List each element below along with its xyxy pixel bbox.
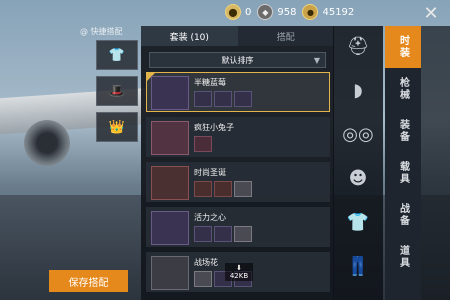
- outfit-thumbnail: [151, 256, 189, 290]
- part-icon: [194, 226, 212, 242]
- quick-outfit-label: @ 快捷搭配: [80, 27, 123, 36]
- download-badge[interactable]: ⬇ 42KB: [225, 263, 253, 281]
- list-item[interactable]: 战场花 ⬇ 42KB: [146, 252, 330, 292]
- hat-preview-icon[interactable]: ⛑: [343, 34, 373, 58]
- outfit-name: 疯狂小兔子: [194, 123, 234, 132]
- outfit-list: 半糖蓝莓 疯狂小兔子 时尚圣诞 活力之心 战场花 ⬇ 42KB: [146, 72, 330, 297]
- part-icon: [214, 181, 232, 197]
- outfit-name: 半糖蓝莓: [194, 78, 226, 87]
- equipped-preview-column: ⛑ ◗ ◎◎ ☻ 👕 👖: [333, 26, 383, 300]
- coin-currency: ● 45192: [302, 4, 354, 20]
- top-preview-icon[interactable]: 👕: [343, 210, 373, 234]
- outfit-thumbnail: [151, 166, 189, 200]
- outfit-parts: [194, 136, 212, 152]
- close-icon[interactable]: ✕: [412, 0, 450, 26]
- gold-coin-icon: ●: [302, 4, 319, 20]
- outfit-name: 战场花: [194, 258, 218, 267]
- download-size: 42KB: [229, 272, 249, 280]
- chevron-down-icon: ▼: [313, 55, 320, 65]
- glasses-preview-icon[interactable]: ◎◎: [342, 122, 373, 146]
- list-item[interactable]: 疯狂小兔子: [146, 117, 330, 157]
- uc-amount: 958: [277, 6, 297, 18]
- list-item[interactable]: 时尚圣诞: [146, 162, 330, 202]
- sort-dropdown[interactable]: 默认排序 ▼: [149, 52, 326, 68]
- download-icon: ⬇: [236, 264, 242, 272]
- part-icon: [234, 181, 252, 197]
- bp-currency: ⬤ 0: [225, 4, 251, 20]
- currency-bar: ⬤ 0 ◆ 958 ● 45192: [225, 0, 354, 24]
- uc-coin-icon: ◆: [257, 4, 274, 20]
- coin-amount: 45192: [322, 6, 355, 18]
- tab-sets[interactable]: 套装 (10): [141, 26, 238, 46]
- outfit-slot-1[interactable]: 👕: [96, 40, 138, 70]
- save-outfit-button[interactable]: 保存搭配: [49, 270, 128, 292]
- mask-preview-icon[interactable]: ☻: [343, 166, 373, 190]
- outfit-thumbnail: [151, 76, 189, 110]
- outfit-thumbnail: [151, 121, 189, 155]
- right-edge: [421, 26, 450, 300]
- category-supplies[interactable]: 战备: [385, 194, 421, 236]
- shirt-icon: 👕: [108, 47, 126, 63]
- bp-coin-icon: ⬤: [225, 4, 241, 20]
- outfit-panel: 套装 (10) 搭配 默认排序 ▼ 半糖蓝莓 疯狂小兔子 时尚圣诞 活力之心 战…: [141, 26, 334, 300]
- list-item[interactable]: 半糖蓝莓: [146, 72, 330, 112]
- outfit-slot-2[interactable]: 🎩: [96, 76, 138, 106]
- category-vehicles[interactable]: 载具: [385, 152, 421, 194]
- part-icon: [234, 226, 252, 242]
- bp-amount: 0: [245, 6, 252, 18]
- category-guns[interactable]: 枪械: [385, 68, 421, 110]
- part-icon: [194, 271, 212, 287]
- outfit-parts: [194, 181, 252, 197]
- category-sidebar: 时装 枪械 装备 载具 战备 道具: [385, 26, 421, 300]
- pants-preview-icon[interactable]: 👖: [343, 254, 373, 278]
- airplane-engine: [24, 120, 70, 166]
- tab-combos[interactable]: 搭配: [237, 26, 334, 46]
- part-icon: [194, 91, 212, 107]
- part-icon: [214, 226, 232, 242]
- crown-icon: 👑: [108, 119, 126, 135]
- outfit-slot-3[interactable]: 👑: [96, 112, 138, 142]
- outfit-parts: [194, 91, 252, 107]
- part-icon: [194, 136, 212, 152]
- part-icon: [214, 91, 232, 107]
- list-item[interactable]: 活力之心: [146, 207, 330, 247]
- outfit-name: 时尚圣诞: [194, 168, 226, 177]
- part-icon: [234, 91, 252, 107]
- outfit-tabs: 套装 (10) 搭配: [141, 26, 334, 46]
- helmet-preview-icon[interactable]: ◗: [343, 78, 373, 102]
- outfit-parts: [194, 226, 252, 242]
- part-icon: [194, 181, 212, 197]
- uc-currency: ◆ 958: [257, 4, 296, 20]
- category-items[interactable]: 道具: [385, 236, 421, 278]
- category-equipment[interactable]: 装备: [385, 110, 421, 152]
- category-fashion[interactable]: 时装: [385, 26, 421, 68]
- sort-label: 默认排序: [221, 55, 254, 65]
- outfit-thumbnail: [151, 211, 189, 245]
- outfit-name: 活力之心: [194, 213, 226, 222]
- hat-icon: 🎩: [108, 83, 126, 99]
